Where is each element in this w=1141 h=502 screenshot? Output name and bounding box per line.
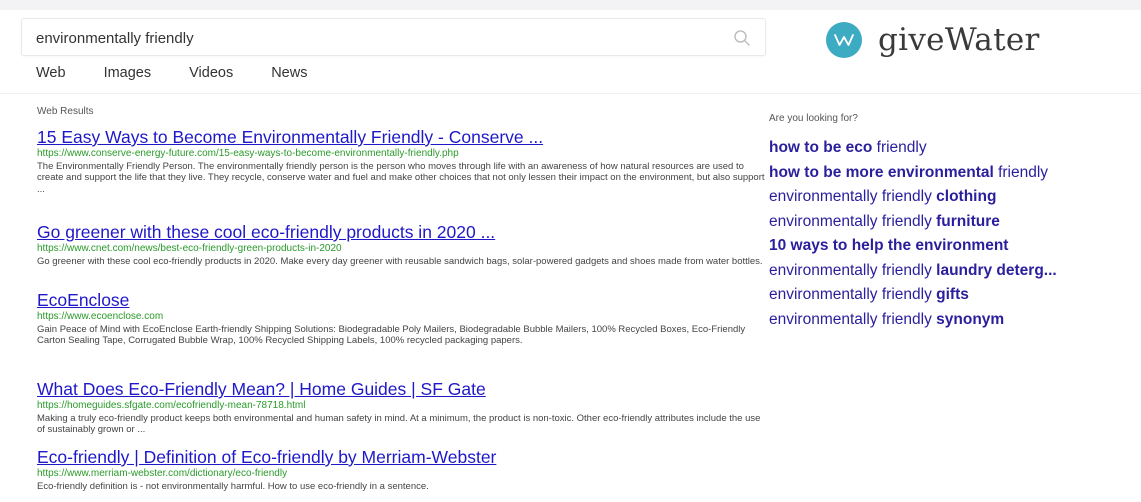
result-url[interactable]: https://www.conserve-energy-future.com/1… xyxy=(37,148,767,160)
search-result: 15 Easy Ways to Become Environmentally F… xyxy=(37,127,767,195)
search-result: What Does Eco-Friendly Mean? | Home Guid… xyxy=(37,379,767,436)
logo-mark xyxy=(826,22,862,58)
result-title-link[interactable]: What Does Eco-Friendly Mean? | Home Guid… xyxy=(37,379,767,399)
result-url[interactable]: https://www.cnet.com/news/best-eco-frien… xyxy=(37,243,767,255)
header-divider xyxy=(0,93,1141,94)
related-search-link[interactable]: how to be more environmental friendly xyxy=(769,161,1141,186)
search-icon[interactable] xyxy=(732,28,752,48)
logo-text: giveWater xyxy=(878,22,1040,58)
search-result: Go greener with these cool eco-friendly … xyxy=(37,222,767,267)
result-title-link[interactable]: 15 Easy Ways to Become Environmentally F… xyxy=(37,127,767,147)
result-snippet: Go greener with these cool eco-friendly … xyxy=(37,256,763,267)
tab-images[interactable]: Images xyxy=(104,65,152,87)
result-title-link[interactable]: EcoEnclose xyxy=(37,290,767,310)
search-input[interactable] xyxy=(36,28,696,48)
result-snippet: The Environmentally Friendly Person. The… xyxy=(37,161,765,195)
related-search-link[interactable]: environmentally friendly clothing xyxy=(769,185,1141,210)
top-strip xyxy=(0,0,1141,10)
result-title-link[interactable]: Go greener with these cool eco-friendly … xyxy=(37,222,767,242)
related-heading: Are you looking for? xyxy=(769,113,858,124)
search-box[interactable] xyxy=(21,18,766,56)
related-search-link[interactable]: 10 ways to help the environment xyxy=(769,234,1141,259)
related-search-link[interactable]: environmentally friendly laundry deterg.… xyxy=(769,259,1141,284)
tab-videos[interactable]: Videos xyxy=(189,65,233,87)
result-snippet: Making a truly eco-friendly product keep… xyxy=(37,413,761,436)
related-search-link[interactable]: how to be eco friendly xyxy=(769,136,1141,161)
search-result: Eco-friendly | Definition of Eco-friendl… xyxy=(37,447,767,492)
result-snippet: Gain Peace of Mind with EcoEnclose Earth… xyxy=(37,324,746,347)
search-tabs: Web Images Videos News xyxy=(36,65,345,87)
related-search-link[interactable]: environmentally friendly gifts xyxy=(769,283,1141,308)
givewater-logo[interactable]: giveWater xyxy=(826,20,1040,60)
result-snippet: Eco-friendly definition is - not environ… xyxy=(37,481,429,492)
result-url[interactable]: https://homeguides.sfgate.com/ecofriendl… xyxy=(37,400,767,412)
result-url[interactable]: https://www.merriam-webster.com/dictiona… xyxy=(37,468,767,480)
related-search-link[interactable]: environmentally friendly furniture xyxy=(769,210,1141,235)
results-heading: Web Results xyxy=(37,106,94,117)
related-searches: how to be eco friendly how to be more en… xyxy=(769,136,1141,332)
related-search-link[interactable]: environmentally friendly synonym xyxy=(769,308,1141,333)
search-result: EcoEnclose https://www.ecoenclose.com Ga… xyxy=(37,290,767,347)
logo-w-icon xyxy=(834,34,854,46)
result-url[interactable]: https://www.ecoenclose.com xyxy=(37,311,767,323)
result-title-link[interactable]: Eco-friendly | Definition of Eco-friendl… xyxy=(37,447,767,467)
tab-web[interactable]: Web xyxy=(36,65,66,87)
tab-news[interactable]: News xyxy=(271,65,307,87)
